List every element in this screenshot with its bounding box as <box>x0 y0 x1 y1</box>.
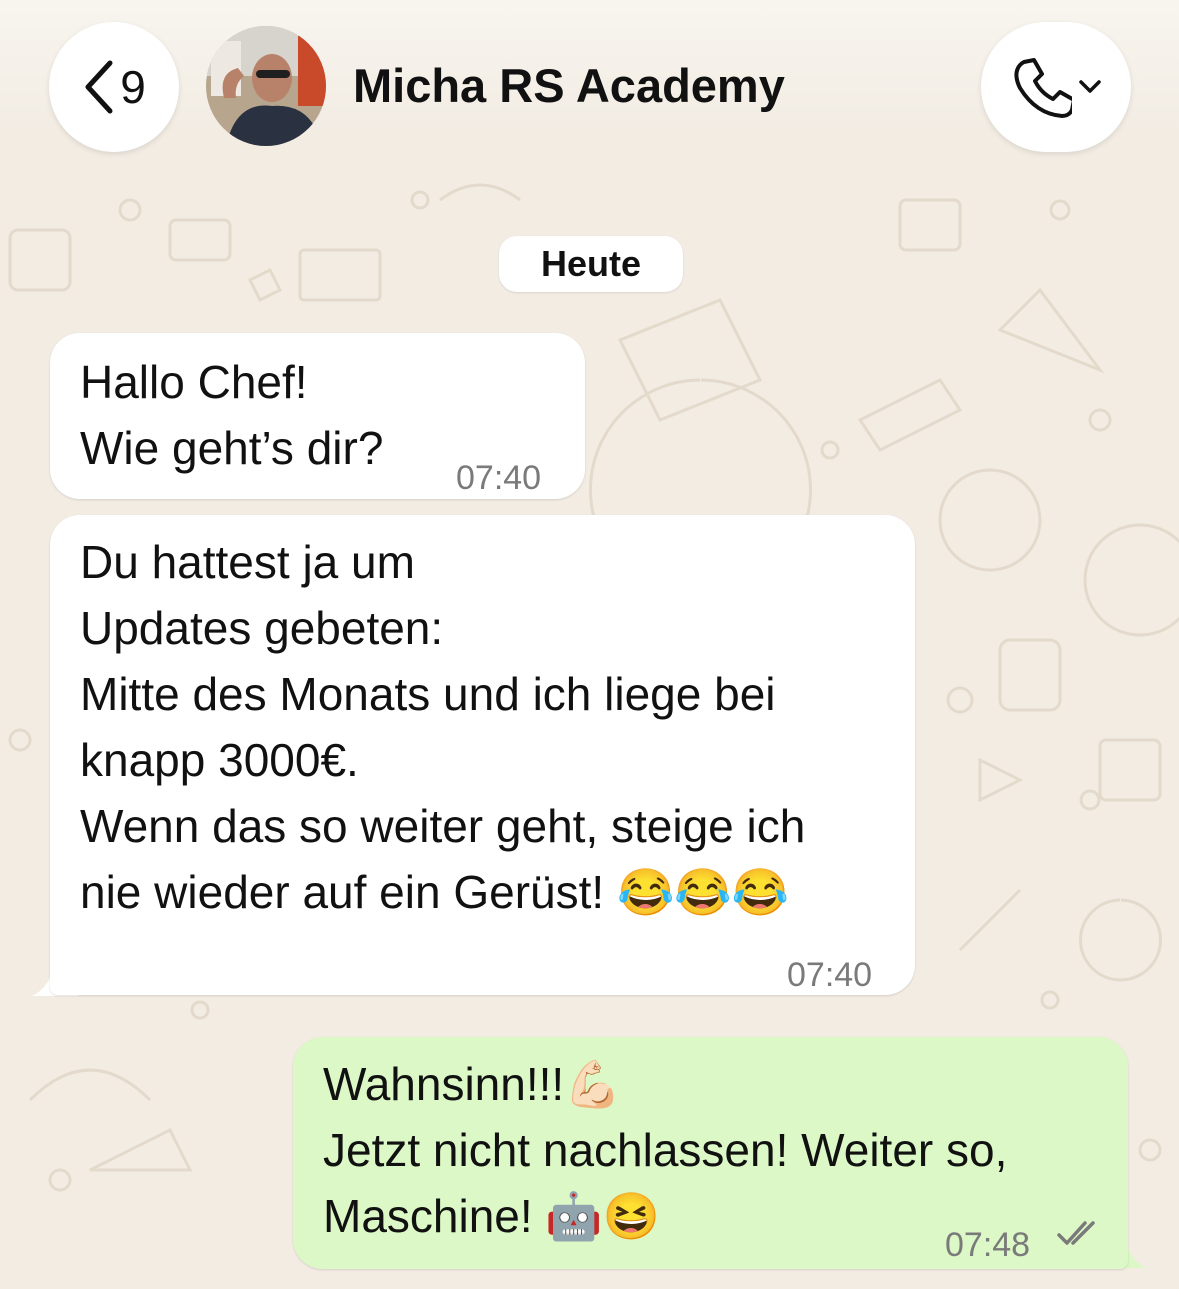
message-timestamp: 07:40 <box>787 956 873 994</box>
back-button[interactable]: 9 <box>49 22 179 152</box>
message-text-line: knapp 3000€. <box>80 734 359 786</box>
message-text-line: Hallo Chef! <box>80 356 308 408</box>
message-text-line: Jetzt nicht nachlassen! Weiter so, <box>323 1124 1008 1176</box>
message-text-line: nie wieder auf ein Gerüst! 😂😂😂 <box>80 866 789 918</box>
message-text-line: Maschine! 🤖😆 <box>323 1190 660 1242</box>
call-button[interactable] <box>981 22 1131 152</box>
unread-count: 9 <box>120 61 146 113</box>
message-text-line: Mitte des Monats und ich liege bei <box>80 668 776 720</box>
message-text-line: Du hattest ja um <box>80 536 415 588</box>
chat-header: 9 Micha RS Academy <box>0 0 1179 178</box>
message-text-line: Wie geht’s dir? <box>80 422 384 474</box>
date-separator: Heute <box>499 236 683 292</box>
message-bubble-incoming[interactable]: Du hattest ja um Updates gebeten: Mitte … <box>50 515 915 995</box>
message-text-line: Wenn das so weiter geht, steige ich <box>80 800 806 852</box>
avatar[interactable] <box>206 26 326 146</box>
read-receipt-icon <box>1057 1221 1095 1245</box>
message-text-line: Wahnsinn!!!💪🏻 <box>323 1058 622 1110</box>
chevron-down-icon <box>1079 80 1101 93</box>
contact-name[interactable]: Micha RS Academy <box>353 58 785 113</box>
message-bubble-outgoing[interactable]: Wahnsinn!!!💪🏻 Jetzt nicht nachlassen! We… <box>293 1037 1128 1269</box>
message-timestamp: 07:40 <box>456 459 542 497</box>
phone-icon <box>1014 58 1072 118</box>
message-bubble-incoming[interactable]: Hallo Chef! Wie geht’s dir? 07:40 <box>50 333 585 499</box>
chevron-left-icon <box>85 60 113 114</box>
message-text-line: Updates gebeten: <box>80 602 444 654</box>
message-timestamp: 07:48 <box>945 1226 1031 1264</box>
